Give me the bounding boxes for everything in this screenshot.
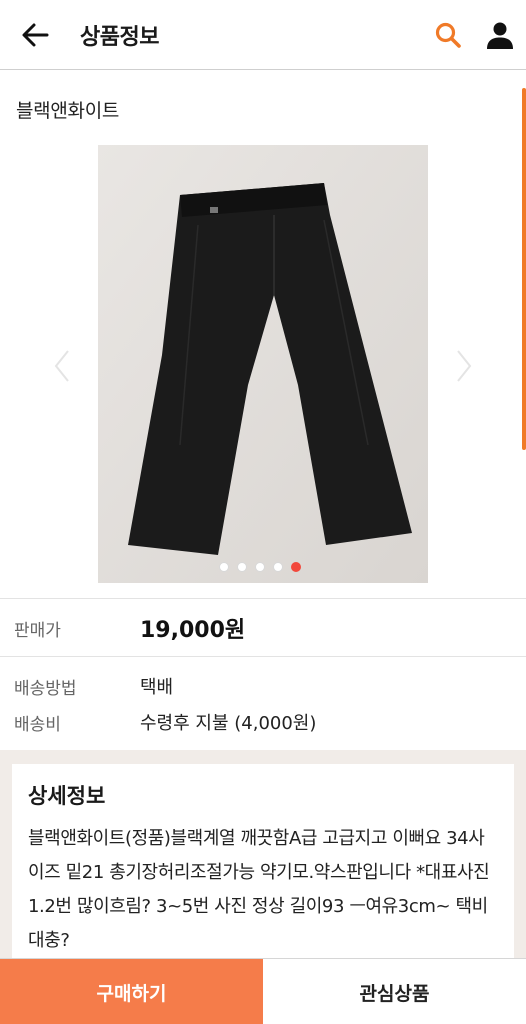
image-pagination xyxy=(219,562,301,572)
pagination-dot[interactable] xyxy=(219,562,229,572)
previous-image-button[interactable] xyxy=(48,346,76,386)
divider xyxy=(0,656,526,657)
top-app-bar: 상품정보 xyxy=(0,0,526,70)
shipping-fee-value: 수령후 지불 (4,000원) xyxy=(140,713,317,734)
detail-card: 상세정보 블랙앤화이트(정품)블랙계열 깨끗함A급 고급지고 이뻐요 34사이즈… xyxy=(12,764,514,964)
header-actions xyxy=(422,0,526,70)
detail-description: 블랙앤화이트(정품)블랙계열 깨끗함A급 고급지고 이뻐요 34사이즈 밑21 … xyxy=(28,828,490,951)
bottom-action-bar: 구매하기 관심상품 xyxy=(0,958,526,1024)
search-button[interactable] xyxy=(422,0,474,70)
price-value: 19,000원 xyxy=(140,618,246,643)
pagination-dot[interactable] xyxy=(273,562,283,572)
next-image-button[interactable] xyxy=(450,346,478,386)
wishlist-button[interactable]: 관심상품 xyxy=(263,959,526,1024)
shipping-method-label: 배송방법 xyxy=(14,678,77,699)
page-title: 상품정보 xyxy=(80,24,159,50)
product-info-screen: 상품정보 블랙앤화이트 판매가 19,000원 배송방법 택배 배송비 수령후 … xyxy=(0,0,526,1024)
shipping-method-row: 배송방법 택배 xyxy=(14,673,173,699)
divider xyxy=(0,598,526,599)
shipping-fee-row: 배송비 수령후 지불 (4,000원) xyxy=(14,709,316,735)
pagination-dot[interactable] xyxy=(255,562,265,572)
chevron-right-icon xyxy=(457,350,472,382)
detail-title: 상세정보 xyxy=(28,784,106,808)
user-button[interactable] xyxy=(474,0,526,70)
scrollbar[interactable] xyxy=(522,88,526,450)
shipping-fee-label: 배송비 xyxy=(14,714,61,735)
pagination-dot[interactable] xyxy=(237,562,247,572)
buy-button[interactable]: 구매하기 xyxy=(0,959,263,1024)
user-icon xyxy=(487,22,513,49)
pagination-dot-active[interactable] xyxy=(291,562,301,572)
product-image[interactable] xyxy=(98,145,428,583)
product-brand: 블랙앤화이트 xyxy=(16,100,120,122)
price-row: 판매가 19,000원 xyxy=(14,612,245,644)
price-label: 판매가 xyxy=(14,620,61,641)
search-icon xyxy=(435,22,461,48)
shipping-method-value: 택배 xyxy=(140,677,174,698)
arrow-left-icon xyxy=(22,23,49,46)
chevron-left-icon xyxy=(54,350,69,382)
back-button[interactable] xyxy=(0,0,70,70)
